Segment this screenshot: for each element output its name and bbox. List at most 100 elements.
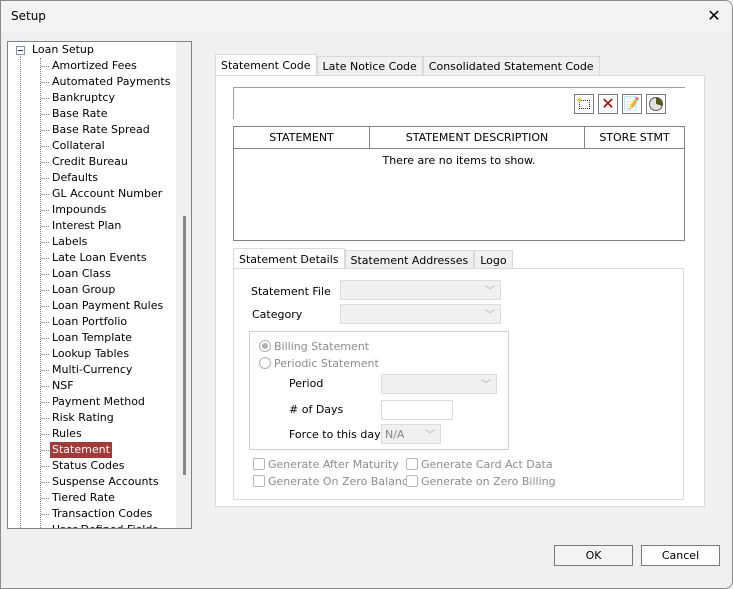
periodic-statement-radio[interactable] bbox=[259, 357, 271, 369]
tree-line bbox=[41, 210, 49, 211]
billing-statement-label: Billing Statement bbox=[274, 340, 370, 353]
tree-line bbox=[20, 56, 21, 528]
tab-logo[interactable]: Logo bbox=[474, 250, 513, 270]
tree-item-gl-account-number[interactable]: GL Account Number bbox=[50, 186, 164, 202]
tree-item-late-loan-events[interactable]: Late Loan Events bbox=[50, 250, 149, 266]
tree-line bbox=[41, 242, 49, 243]
tree-item-loan-group[interactable]: Loan Group bbox=[50, 282, 117, 298]
refresh-icon bbox=[649, 97, 663, 111]
tree-item-base-rate-spread[interactable]: Base Rate Spread bbox=[50, 122, 152, 138]
tree-item-bankruptcy[interactable]: Bankruptcy bbox=[50, 90, 117, 106]
tree-line bbox=[41, 482, 49, 483]
category-label: Category bbox=[252, 308, 303, 321]
tree-item-statement[interactable]: Statement bbox=[50, 442, 112, 458]
tree-item-defaults[interactable]: Defaults bbox=[50, 170, 100, 186]
tree-line bbox=[41, 386, 49, 387]
tree-line bbox=[41, 290, 49, 291]
tree-item-risk-rating[interactable]: Risk Rating bbox=[50, 410, 116, 426]
refresh-button[interactable] bbox=[646, 94, 666, 114]
tree-item-automated-payments[interactable]: Automated Payments bbox=[50, 74, 172, 90]
chevron-down-icon: ﹀ bbox=[485, 286, 495, 297]
tree-scrollbar[interactable] bbox=[176, 42, 191, 528]
edit-button[interactable]: 📝 bbox=[622, 94, 642, 114]
collapse-icon[interactable] bbox=[16, 46, 25, 55]
tab-late-notice-code[interactable]: Late Notice Code bbox=[316, 56, 423, 76]
tree-line bbox=[41, 434, 49, 435]
close-icon[interactable]: ✕ bbox=[704, 6, 724, 26]
chevron-down-icon: ﹀ bbox=[481, 380, 491, 391]
statement-file-label: Statement File bbox=[251, 285, 331, 298]
tree-line bbox=[41, 226, 49, 227]
setup-tree[interactable]: Loan Setup Amortized Fees Automated Payme… bbox=[7, 41, 192, 529]
tree-line bbox=[41, 258, 49, 259]
tree-item-loan-portfolio[interactable]: Loan Portfolio bbox=[50, 314, 129, 330]
tree-item-lookup-tables[interactable]: Lookup Tables bbox=[50, 346, 131, 362]
tree-item-loan-class[interactable]: Loan Class bbox=[50, 266, 113, 282]
tree-item-nsf[interactable]: NSF bbox=[50, 378, 76, 394]
tab-statement-code[interactable]: Statement Code bbox=[215, 54, 317, 76]
tree-item-collateral[interactable]: Collateral bbox=[50, 138, 107, 154]
column-store-stmt[interactable]: STORE STMT bbox=[585, 127, 684, 148]
category-select[interactable]: ﹀ bbox=[340, 304, 501, 324]
tab-statement-details[interactable]: Statement Details bbox=[233, 248, 345, 270]
tree-item-amortized-fees[interactable]: Amortized Fees bbox=[50, 58, 139, 74]
tree-item-labels[interactable]: Labels bbox=[50, 234, 89, 250]
tree-item-transaction-codes[interactable]: Transaction Codes bbox=[50, 506, 154, 522]
column-statement-description[interactable]: STATEMENT DESCRIPTION bbox=[370, 127, 585, 148]
tree-line bbox=[41, 98, 49, 99]
generate-zero-billing-checkbox[interactable] bbox=[406, 475, 418, 487]
tree-item-loan-setup[interactable]: Loan Setup bbox=[30, 42, 96, 58]
tree-item-loan-payment-rules[interactable]: Loan Payment Rules bbox=[50, 298, 165, 314]
edit-icon: 📝 bbox=[623, 96, 641, 112]
tree-line bbox=[41, 130, 49, 131]
window-title: Setup bbox=[11, 9, 46, 23]
column-statement[interactable]: STATEMENT bbox=[234, 127, 370, 148]
chevron-down-icon: ﹀ bbox=[425, 430, 435, 441]
empty-message: There are no items to show. bbox=[382, 154, 536, 167]
detail-tabs: Statement Details Statement Addresses Lo… bbox=[233, 248, 513, 270]
tree-item-interest-plan[interactable]: Interest Plan bbox=[50, 218, 123, 234]
statement-file-select[interactable]: ﹀ bbox=[340, 280, 501, 300]
tree-item-credit-bureau[interactable]: Credit Bureau bbox=[50, 154, 130, 170]
scrollbar-thumb[interactable] bbox=[183, 216, 186, 475]
cancel-button[interactable]: Cancel bbox=[641, 545, 720, 566]
tree-line bbox=[41, 498, 49, 499]
tree-item-suspense-accounts[interactable]: Suspense Accounts bbox=[50, 474, 161, 490]
generate-after-maturity-checkbox[interactable] bbox=[253, 458, 265, 470]
tree-item-status-codes[interactable]: Status Codes bbox=[50, 458, 126, 474]
tree-item-rules[interactable]: Rules bbox=[50, 426, 84, 442]
generate-card-act-checkbox[interactable] bbox=[406, 458, 418, 470]
tree-line bbox=[41, 194, 49, 195]
period-select[interactable]: ﹀ bbox=[381, 374, 497, 394]
tab-consolidated-statement-code[interactable]: Consolidated Statement Code bbox=[422, 56, 600, 76]
ok-button[interactable]: OK bbox=[554, 545, 633, 566]
tree-line bbox=[41, 450, 49, 451]
billing-statement-radio[interactable] bbox=[259, 340, 271, 352]
grid-header: STATEMENT STATEMENT DESCRIPTION STORE ST… bbox=[234, 127, 684, 149]
force-day-select[interactable]: N/A ﹀ bbox=[381, 424, 441, 444]
new-button[interactable]: ✶ bbox=[574, 94, 594, 114]
setup-dialog: Setup ✕ Loan Setup Amortized Fees Automat… bbox=[0, 0, 733, 589]
tree-line bbox=[41, 146, 49, 147]
tree-item-user-defined-fields[interactable]: User Defined Fields bbox=[50, 522, 160, 528]
tree-item-impounds[interactable]: Impounds bbox=[50, 202, 108, 218]
tree-item-loan-template[interactable]: Loan Template bbox=[50, 330, 134, 346]
tab-statement-addresses[interactable]: Statement Addresses bbox=[344, 250, 475, 270]
tree-item-payment-method[interactable]: Payment Method bbox=[50, 394, 147, 410]
generate-zero-balance-checkbox[interactable] bbox=[253, 475, 265, 487]
tree-item-tiered-rate[interactable]: Tiered Rate bbox=[50, 490, 117, 506]
tree-line bbox=[41, 274, 49, 275]
generate-zero-billing-label: Generate on Zero Billing bbox=[421, 475, 556, 488]
tree-line bbox=[41, 66, 49, 67]
tree-item-multi-currency[interactable]: Multi-Currency bbox=[50, 362, 134, 378]
tree-line bbox=[41, 82, 49, 83]
tree-line bbox=[40, 58, 41, 528]
force-day-value: N/A bbox=[385, 428, 405, 441]
generate-after-maturity-label: Generate After Maturity bbox=[268, 458, 399, 471]
tree-line bbox=[41, 514, 49, 515]
tree-item-base-rate[interactable]: Base Rate bbox=[50, 106, 110, 122]
days-input[interactable] bbox=[381, 400, 453, 420]
delete-button[interactable]: ✕ bbox=[598, 94, 618, 114]
new-icon: ✶ bbox=[576, 96, 590, 109]
tree-line bbox=[41, 178, 49, 179]
